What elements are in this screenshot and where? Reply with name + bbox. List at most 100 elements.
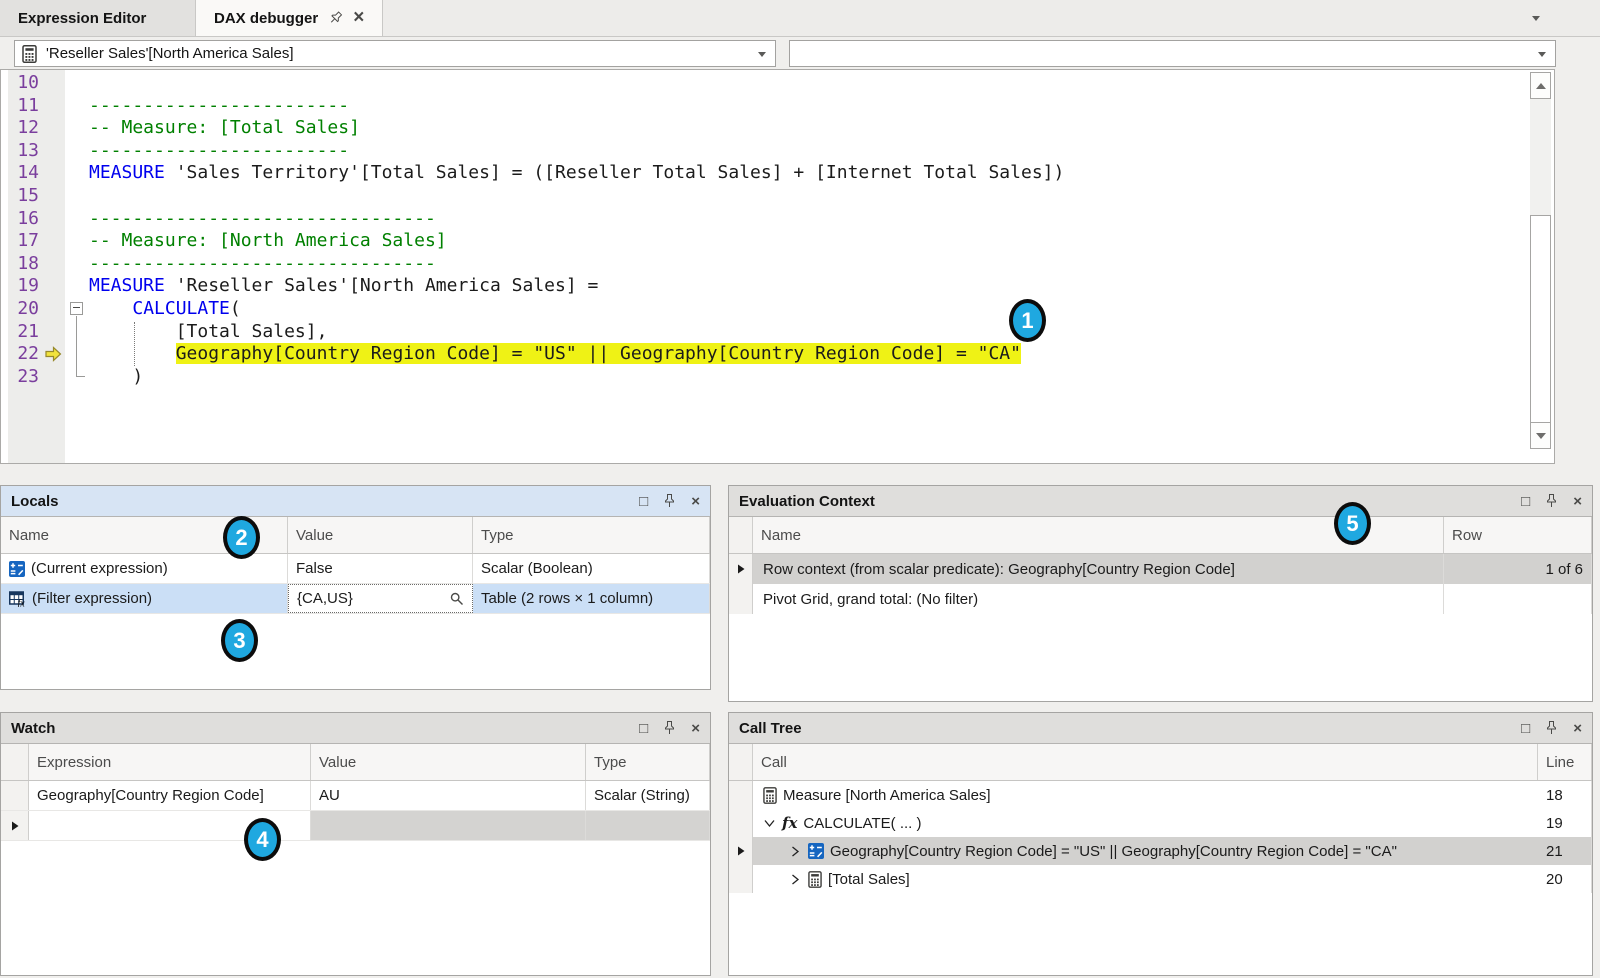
close-icon[interactable]: × [691, 721, 700, 736]
column-header[interactable]: Line [1538, 744, 1592, 780]
scroll-up-button[interactable] [1530, 72, 1551, 99]
code-text: -------------------------------- [89, 208, 1528, 231]
close-icon[interactable]: × [1573, 494, 1582, 509]
column-header[interactable]: Value [311, 744, 586, 780]
call-text: CALCULATE( ... ) [803, 815, 921, 832]
call-cell: fxCALCULATE( ... ) [753, 809, 1538, 837]
locals-grid: NameValueType(Current expression)FalseSc… [1, 516, 710, 689]
maximize-icon[interactable]: □ [639, 721, 648, 736]
pin-icon[interactable] [327, 9, 345, 27]
code-line: 19MEASURE 'Reseller Sales'[North America… [1, 275, 1528, 298]
watch-value-cell: AU [311, 781, 586, 810]
secondary-selector[interactable] [789, 40, 1556, 67]
scrollbar-thumb[interactable] [1530, 215, 1551, 423]
call-tree-row[interactable]: Measure [North America Sales]18 [729, 781, 1592, 809]
pin-icon[interactable] [664, 494, 675, 508]
local-value-cell[interactable]: False [288, 554, 473, 583]
expression-selector-value: 'Reseller Sales'[North America Sales] [46, 45, 294, 62]
fold-collapse-box[interactable] [70, 302, 83, 315]
expression-icon [9, 561, 25, 577]
line-number-value: 18 [1546, 787, 1563, 804]
pin-icon[interactable] [1546, 721, 1557, 735]
chevron-down-icon[interactable] [763, 819, 776, 828]
code-segment: ------------------------ [89, 95, 349, 116]
code-line: 16-------------------------------- [1, 208, 1528, 231]
locals-panel: Locals □ × NameValueType(Current express… [0, 485, 711, 690]
evaluation-context-row[interactable]: Row context (from scalar predicate): Geo… [729, 554, 1592, 584]
tab-list-dropdown-icon[interactable] [1532, 16, 1540, 21]
column-header[interactable]: Type [586, 744, 710, 780]
line-number-value: 21 [1546, 843, 1563, 860]
code-text: MEASURE 'Reseller Sales'[North America S… [89, 275, 1528, 298]
line-number: 10 [10, 72, 39, 95]
expression-icon [808, 843, 824, 859]
code-line: 22 Geography[Country Region Code] = "US"… [1, 343, 1528, 366]
code-line: 20 CALCULATE( [1, 298, 1528, 321]
close-icon[interactable]: × [691, 494, 700, 509]
maximize-icon[interactable]: □ [1521, 721, 1530, 736]
row-indicator-cell [729, 554, 753, 584]
watch-row[interactable] [1, 811, 710, 841]
call-tree-title-bar: Call Tree □ × [729, 713, 1592, 743]
watch-row[interactable]: Geography[Country Region Code]AUScalar (… [1, 781, 710, 811]
locals-title-bar: Locals □ × [1, 486, 710, 516]
code-segment [89, 343, 176, 364]
line-number: 21 [10, 321, 39, 344]
column-header[interactable]: Expression [29, 744, 311, 780]
evaluation-context-grid: NameRowRow context (from scalar predicat… [729, 516, 1592, 701]
panel-title: Watch [11, 720, 55, 737]
scroll-down-button[interactable] [1530, 422, 1551, 449]
svg-text:fx: fx [18, 598, 26, 606]
local-value-cell[interactable]: {CA,US} [288, 584, 473, 613]
column-header[interactable]: Call [753, 744, 1538, 780]
call-cell: [Total Sales] [753, 865, 1538, 893]
chevron-right-icon[interactable] [789, 874, 802, 885]
close-icon[interactable]: × [1573, 721, 1582, 736]
row-indicator-icon [737, 846, 745, 856]
tab-expression-editor[interactable]: Expression Editor [0, 0, 196, 36]
code-segment: ) [89, 366, 143, 387]
panel-title: Locals [11, 493, 59, 510]
row-indicator-header [1, 744, 29, 780]
code-line: 11------------------------ [1, 95, 1528, 118]
pin-icon[interactable] [664, 721, 675, 735]
context-row-cell [1444, 584, 1592, 614]
code-text: -- Measure: [Total Sales] [89, 117, 1528, 140]
watch-grid: ExpressionValueTypeGeography[Country Reg… [1, 743, 710, 975]
pin-icon[interactable] [1546, 494, 1557, 508]
call-tree-row[interactable]: Geography[Country Region Code] = "US" ||… [729, 837, 1592, 865]
maximize-icon[interactable]: □ [1521, 494, 1530, 509]
column-header[interactable]: Row [1444, 517, 1592, 553]
watch-expression-cell[interactable]: Geography[Country Region Code] [29, 781, 311, 810]
watch-type-cell: Scalar (String) [586, 781, 710, 810]
maximize-icon[interactable]: □ [639, 494, 648, 509]
code-segment: 'Sales Territory'[Total Sales] = ([Resel… [165, 162, 1064, 183]
code-segment: -------------------------------- [89, 208, 436, 229]
column-header[interactable]: Value [288, 517, 473, 553]
magnifier-icon[interactable] [450, 592, 464, 606]
code-line: 23 ) [1, 366, 1528, 389]
line-cell: 21 [1538, 837, 1592, 865]
code-editor[interactable]: 1011------------------------12-- Measure… [0, 69, 1555, 464]
context-name: Pivot Grid, grand total: (No filter) [763, 591, 978, 608]
row-indicator-icon [737, 564, 745, 574]
code-line: 13------------------------ [1, 140, 1528, 163]
code-line: 15 [1, 185, 1528, 208]
watch-type-cell [586, 811, 710, 840]
close-icon[interactable]: × [353, 11, 364, 25]
call-tree-row[interactable]: fxCALCULATE( ... )19 [729, 809, 1592, 837]
locals-row[interactable]: fx(Filter expression){CA,US}Table (2 row… [1, 584, 710, 614]
locals-row[interactable]: (Current expression)FalseScalar (Boolean… [1, 554, 710, 584]
column-header[interactable]: Type [473, 517, 710, 553]
call-tree-row[interactable]: [Total Sales]20 [729, 865, 1592, 893]
local-name-cell: fx(Filter expression) [1, 584, 288, 613]
editor-scrollbar[interactable] [1530, 72, 1551, 449]
expression-selector[interactable]: 'Reseller Sales'[North America Sales] [14, 40, 776, 67]
evaluation-context-row[interactable]: Pivot Grid, grand total: (No filter) [729, 584, 1592, 614]
chevron-right-icon[interactable] [789, 846, 802, 857]
tab-dax-debugger[interactable]: DAX debugger × [196, 0, 383, 36]
filter-expression-icon: fx [9, 591, 26, 607]
line-number: 23 [10, 366, 39, 389]
tab-bar: Expression Editor DAX debugger × [0, 0, 1600, 37]
line-cell: 19 [1538, 809, 1592, 837]
